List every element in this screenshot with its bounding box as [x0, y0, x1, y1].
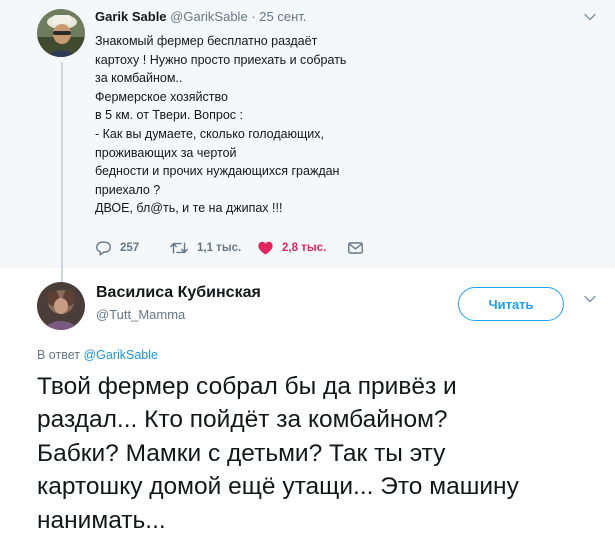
chevron-down-icon[interactable]	[583, 292, 597, 306]
like-button[interactable]: 2,8 тыс.	[257, 240, 347, 256]
retweet-button[interactable]: 1,1 тыс.	[169, 240, 257, 256]
tweet-text-line: проживающих за чертой	[95, 145, 237, 160]
tweet-text-line: ДВОЕ, бл@ть, и те на джипах !!!	[95, 201, 283, 216]
author-name[interactable]: Василиса Кубинская	[96, 284, 261, 302]
chevron-down-icon[interactable]	[583, 10, 597, 24]
tweet-text: Твой фермер собрал бы да привёз и раздал…	[37, 370, 607, 537]
tweet-text: Знакомый фермер бесплатно раздаёт картох…	[95, 32, 405, 218]
tweet-text-line: в 5 км. от Твери. Вопрос :	[95, 108, 243, 123]
tweet-text-line: за комбайном..	[95, 71, 183, 86]
author-handle[interactable]: @GarikSable	[170, 9, 248, 24]
tweet-text-line: - Как вы думаете, сколько голодающих,	[95, 126, 324, 141]
follow-button[interactable]: Читать	[458, 287, 564, 321]
parent-tweet[interactable]: Garik Sable @GarikSable · 25 сент. Знако…	[0, 0, 615, 284]
tweet-text-line: Фермерское хозяйство	[95, 89, 228, 104]
reply-context: В ответ @GarikSable	[37, 348, 158, 362]
reply-to-prefix: В ответ	[37, 348, 80, 362]
tweet-actions: 257 1,1 тыс. 2,8 тыс.	[95, 239, 364, 257]
like-count: 2,8 тыс.	[282, 242, 327, 254]
tweet-text-line: Знакомый фермер бесплатно раздаёт	[95, 34, 318, 48]
tweet-text-line: бедности и прочих нуждающихся граждан	[95, 164, 340, 179]
direct-message-button[interactable]	[347, 240, 364, 256]
separator-dot: ·	[251, 9, 256, 24]
tweet-text-line: нанимать...	[37, 506, 166, 534]
heart-icon	[257, 240, 274, 256]
tweet-text-line: картошку домой ещё утащи... Это машину	[37, 473, 519, 501]
tweet-text-line: раздал... Кто пойдёт за комбайном?	[37, 406, 448, 434]
retweet-count: 1,1 тыс.	[197, 242, 242, 254]
author-handle[interactable]: @Tutt_Mamma	[96, 307, 185, 322]
thread-connector-line	[61, 62, 63, 284]
retweet-icon	[169, 240, 189, 256]
reply-icon	[95, 240, 112, 256]
author-name[interactable]: Garik Sable	[95, 9, 167, 24]
reply-count: 257	[120, 242, 140, 254]
tweet-date[interactable]: 25 сент.	[259, 9, 306, 24]
avatar[interactable]	[37, 9, 85, 57]
tweet-text-line: приехало ?	[95, 182, 161, 197]
parent-tweet-header: Garik Sable @GarikSable · 25 сент.	[95, 9, 306, 24]
envelope-icon	[347, 240, 364, 256]
avatar[interactable]	[37, 282, 85, 330]
tweet-text-line: Бабки? Мамки с детьми? Так ты эту	[37, 439, 446, 467]
reply-to-handle-link[interactable]: @GarikSable	[83, 348, 158, 362]
reply-button[interactable]: 257	[95, 240, 169, 256]
tweet-text-line: Твой фермер собрал бы да привёз и	[37, 373, 457, 400]
tweet-text-line: картоху ! Нужно просто приехать и собрат…	[95, 52, 347, 67]
